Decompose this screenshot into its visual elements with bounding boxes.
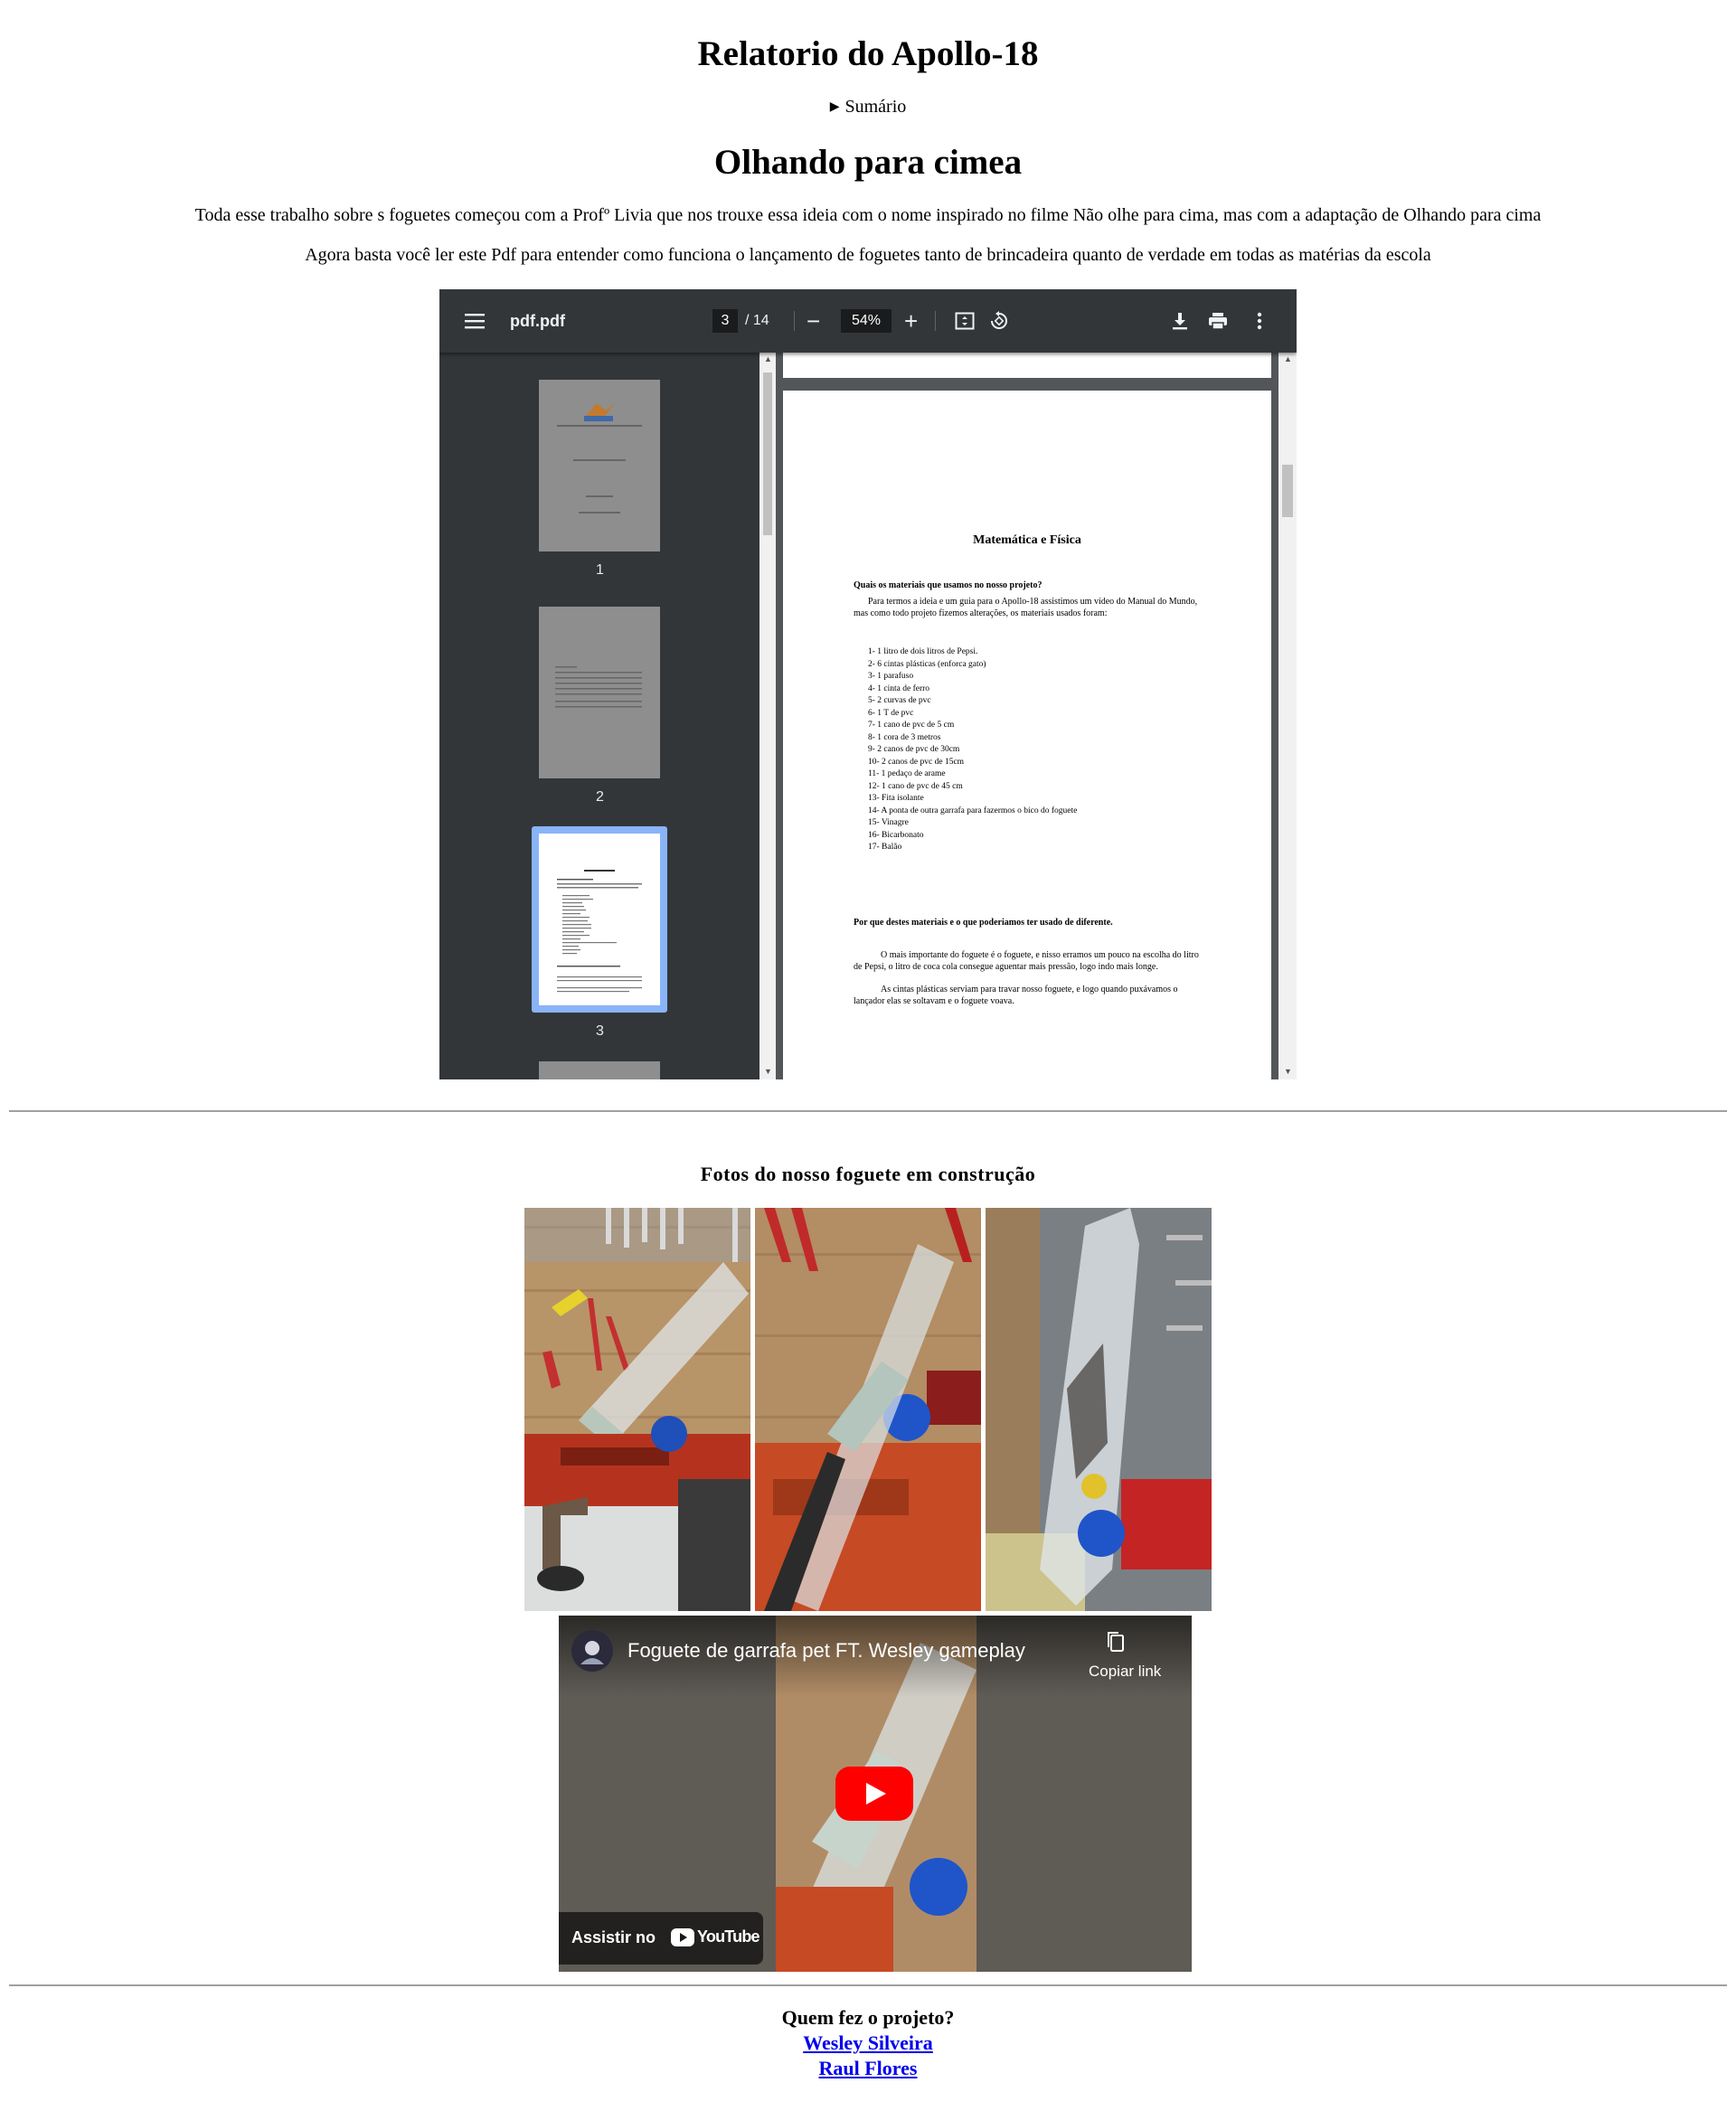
materials-item: 10- 2 canos de pvc de 15cm xyxy=(868,757,965,767)
credits: Quem fez o projeto? Wesley Silveira Raul… xyxy=(0,2005,1736,2081)
thumbnail-page-3-selected[interactable] xyxy=(532,826,667,1013)
materials-item: 17- Balão xyxy=(868,843,902,852)
thumbnail-page-1[interactable] xyxy=(539,380,660,551)
channel-avatar[interactable] xyxy=(571,1630,613,1672)
document-scrollbar[interactable]: ▲ ▼ xyxy=(1278,353,1297,1079)
pdf-file-name: pdf.pdf xyxy=(510,311,565,330)
copy-link-label[interactable]: Copiar link xyxy=(1089,1663,1161,1681)
pdf-viewer[interactable]: pdf.pdf 3 / 14 − 54% + 1 2 3 ▲ ▼ Matemát… xyxy=(439,289,1297,1079)
credits-title: Quem fez o projeto? xyxy=(781,2006,955,2029)
play-button[interactable] xyxy=(835,1767,913,1821)
photos-title: Fotos do nosso foguete em construção xyxy=(700,1163,1036,1185)
divider xyxy=(9,1984,1727,1986)
video-title[interactable]: Foguete de garrafa pet FT. Wesley gamepl… xyxy=(627,1639,1025,1663)
pdf-toolbar: pdf.pdf 3 / 14 − 54% + xyxy=(439,289,1297,353)
scroll-down-icon[interactable]: ▼ xyxy=(764,1067,772,1076)
thumbnail-label: 1 xyxy=(596,562,604,578)
thumbnail-sidebar: 1 2 3 xyxy=(439,353,760,1079)
thumbnail-page-4[interactable] xyxy=(539,1061,660,1079)
zoom-level-input[interactable]: 54% xyxy=(841,309,892,333)
download-icon[interactable] xyxy=(1172,289,1188,353)
fit-page-icon[interactable] xyxy=(955,289,975,353)
rocket-photo-2 xyxy=(755,1208,981,1611)
doc-question-1: Quais os materiais que usamos no nosso p… xyxy=(854,580,1043,590)
materials-item: 12- 1 cano de pvc de 45 cm xyxy=(868,781,963,791)
doc-paragraph-1: Para termos a ideia e um guia para o Apo… xyxy=(854,597,1198,618)
materials-item: 8- 1 cora de 3 metros xyxy=(868,732,941,742)
thumbnail-label: 3 xyxy=(596,1023,604,1039)
divider xyxy=(9,1110,1727,1112)
intro-paragraph-2: Agora basta você ler este Pdf para enten… xyxy=(305,245,1431,265)
page-title: Relatorio do Apollo-18 xyxy=(697,34,1039,73)
materials-list: 1- 1 litro de dois litros de Pepsi. 2- 6… xyxy=(868,646,1077,854)
thumbnail-page-2[interactable] xyxy=(539,607,660,778)
more-options-icon[interactable] xyxy=(1257,289,1262,353)
sidebar-scroll-thumb[interactable] xyxy=(763,372,772,535)
watch-on-youtube-button[interactable]: Assistir no YouTube xyxy=(559,1912,763,1965)
scroll-down-icon[interactable]: ▼ xyxy=(1284,1067,1292,1076)
materials-item: 1- 1 litro de dois litros de Pepsi. xyxy=(868,647,978,656)
materials-item: 9- 2 canos de pvc de 30cm xyxy=(868,745,960,754)
summary-toggle[interactable]: ▶ Sumário xyxy=(0,96,1736,120)
zoom-out-icon[interactable]: − xyxy=(807,289,820,353)
pdf-document-area: Matemática e Física Quais os materiais q… xyxy=(776,353,1278,1079)
watch-on-label: Assistir no xyxy=(571,1928,656,1946)
doc-paragraph-2: O mais importante do foguete é o foguete… xyxy=(854,950,1199,972)
toolbar-divider xyxy=(935,311,936,331)
doc-question-2: Por que destes materiais e o que poderia… xyxy=(854,918,1113,928)
youtube-video-embed[interactable]: Foguete de garrafa pet FT. Wesley gamepl… xyxy=(559,1616,1192,1972)
rocket-photo-1 xyxy=(524,1208,750,1611)
author-link-raul[interactable]: Raul Flores xyxy=(0,2056,1736,2081)
materials-item: 11- 1 pedaço de arame xyxy=(868,769,946,778)
copy-link-icon[interactable] xyxy=(1105,1630,1136,1658)
rocket-photo-3 xyxy=(986,1208,1212,1611)
thumbnail-label: 2 xyxy=(596,789,604,805)
sidebar-scrollbar[interactable]: ▲ ▼ xyxy=(760,353,776,1079)
doc-title: Matemática e Física xyxy=(973,533,1081,547)
menu-icon[interactable] xyxy=(465,289,486,353)
disclosure-triangle-icon: ▶ xyxy=(829,100,840,114)
doc-paragraph-3: As cintas plásticas serviam para travar … xyxy=(854,985,1178,1006)
rotate-icon[interactable] xyxy=(989,289,1009,353)
page-total: / 14 xyxy=(745,313,769,328)
scroll-up-icon[interactable]: ▲ xyxy=(764,354,772,363)
summary-label: Sumário xyxy=(844,97,907,117)
materials-item: 4- 1 cinta de ferro xyxy=(868,683,930,693)
document-scroll-thumb[interactable] xyxy=(1282,465,1293,517)
youtube-logo-icon xyxy=(671,1928,694,1946)
materials-item: 15- Vinagre xyxy=(868,818,909,827)
page-number-input[interactable]: 3 xyxy=(712,309,738,333)
materials-item: 16- Bicarbonato xyxy=(868,830,924,840)
zoom-in-icon[interactable]: + xyxy=(904,289,918,353)
materials-item: 6- 1 T de pvc xyxy=(868,708,914,718)
intro-paragraph-1: Toda esse trabalho sobre s foguetes come… xyxy=(194,205,1542,225)
section-heading: Olhando para cimea xyxy=(713,143,1023,182)
materials-item: 13- Fita isolante xyxy=(868,794,924,803)
youtube-wordmark: YouTube xyxy=(697,1927,760,1946)
scroll-up-icon[interactable]: ▲ xyxy=(1284,354,1292,363)
toolbar-divider xyxy=(794,311,795,331)
materials-item: 14- A ponta de outra garrafa para fazerm… xyxy=(868,806,1078,815)
previous-page xyxy=(783,353,1271,378)
materials-item: 5- 2 curvas de pvc xyxy=(868,696,931,705)
current-page: Matemática e Física Quais os materiais q… xyxy=(783,391,1271,1079)
print-icon[interactable] xyxy=(1208,289,1228,353)
materials-item: 2- 6 cintas plásticas (enforca gato) xyxy=(868,659,986,669)
author-link-wesley[interactable]: Wesley Silveira xyxy=(0,2031,1736,2056)
materials-item: 3- 1 parafuso xyxy=(868,672,914,681)
materials-item: 7- 1 cano de pvc de 5 cm xyxy=(868,721,955,730)
